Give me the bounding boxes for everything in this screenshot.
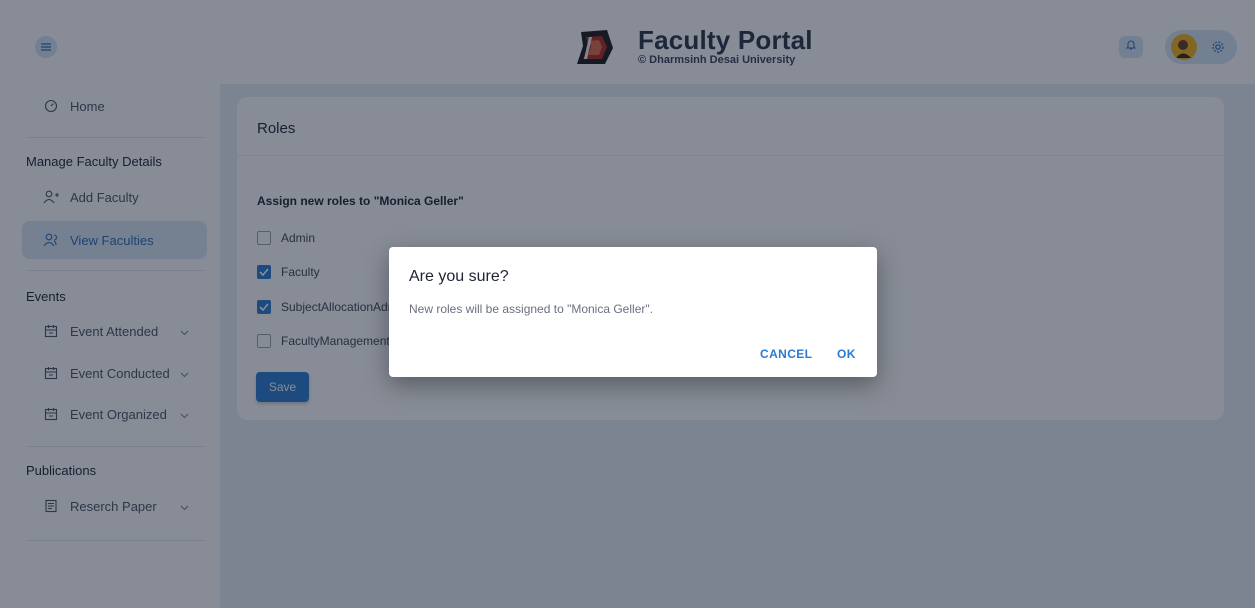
- confirm-dialog: Are you sure? New roles will be assigned…: [389, 247, 877, 377]
- dialog-title: Are you sure?: [409, 268, 509, 285]
- dialog-message: New roles will be assigned to "Monica Ge…: [409, 302, 653, 316]
- cancel-button[interactable]: CANCEL: [760, 347, 812, 361]
- ok-button[interactable]: OK: [837, 347, 856, 361]
